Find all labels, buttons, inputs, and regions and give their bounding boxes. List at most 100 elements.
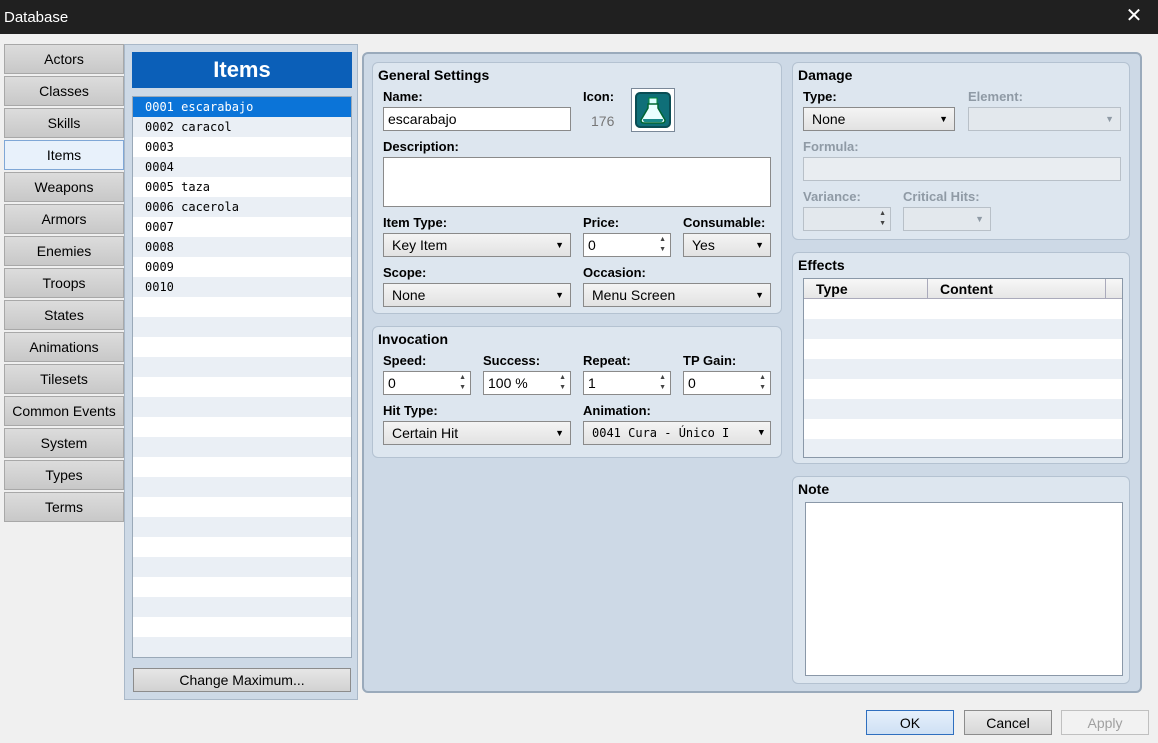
empty-row (133, 417, 351, 437)
spin-arrows-icon[interactable]: ▲ ▼ (559, 373, 566, 393)
chevron-down-icon: ▼ (755, 290, 764, 300)
scope-label: Scope: (383, 265, 427, 280)
damage-type-label: Type: (803, 89, 837, 104)
table-row[interactable] (804, 419, 1122, 439)
success-label: Success: (483, 353, 541, 368)
tp-gain-stepper[interactable]: 0 ▲ ▼ (683, 371, 771, 395)
table-row[interactable] (804, 339, 1122, 359)
list-item[interactable]: 0010 (133, 277, 351, 297)
list-item[interactable]: 0003 (133, 137, 351, 157)
item-type-label: Item Type: (383, 215, 448, 230)
scope-select[interactable]: None ▼ (383, 283, 571, 307)
animation-label: Animation: (583, 403, 651, 418)
icon-label: Icon: (583, 89, 615, 104)
table-row[interactable] (804, 319, 1122, 339)
table-row[interactable] (804, 299, 1122, 319)
speed-stepper[interactable]: 0 ▲ ▼ (383, 371, 471, 395)
critical-hits-select[interactable]: ▼ (903, 207, 991, 231)
hit-type-label: Hit Type: (383, 403, 438, 418)
success-stepper[interactable]: 100 % ▲ ▼ (483, 371, 571, 395)
list-item[interactable]: 0007 (133, 217, 351, 237)
spin-arrows-icon[interactable]: ▲ ▼ (659, 235, 666, 255)
tab-classes[interactable]: Classes (4, 76, 124, 106)
description-label: Description: (383, 139, 459, 154)
effects-table[interactable]: Type Content (803, 278, 1123, 458)
list-item[interactable]: 0004 (133, 157, 351, 177)
empty-row (133, 397, 351, 417)
table-row[interactable] (804, 359, 1122, 379)
tab-types[interactable]: Types (4, 460, 124, 490)
description-field[interactable] (383, 157, 771, 207)
item-type-select[interactable]: Key Item ▼ (383, 233, 571, 257)
tab-items[interactable]: Items (4, 140, 124, 170)
cancel-button[interactable]: Cancel (964, 710, 1052, 735)
ok-button[interactable]: OK (866, 710, 954, 735)
tab-skills[interactable]: Skills (4, 108, 124, 138)
empty-row (133, 617, 351, 637)
damage-title: Damage (798, 67, 853, 83)
name-field[interactable]: escarabajo (383, 107, 571, 131)
formula-label: Formula: (803, 139, 859, 154)
table-row[interactable] (804, 399, 1122, 419)
list-header: Items (132, 52, 352, 88)
note-textarea[interactable] (805, 502, 1123, 676)
price-stepper[interactable]: 0 ▲ ▼ (583, 233, 671, 257)
column-header-content[interactable]: Content (928, 279, 1106, 298)
tab-terms[interactable]: Terms (4, 492, 124, 522)
chevron-down-icon: ▼ (758, 428, 764, 438)
change-maximum-button[interactable]: Change Maximum... (133, 668, 351, 692)
tab-animations[interactable]: Animations (4, 332, 124, 362)
tab-actors[interactable]: Actors (4, 44, 124, 74)
tab-tilesets[interactable]: Tilesets (4, 364, 124, 394)
list-item[interactable]: 0009 (133, 257, 351, 277)
note-group: Note (792, 476, 1130, 684)
list-item[interactable]: 0008 (133, 237, 351, 257)
list-item[interactable]: 0001 escarabajo (133, 97, 351, 117)
empty-row (133, 597, 351, 617)
variance-stepper[interactable]: ▲ ▼ (803, 207, 891, 231)
chevron-down-icon: ▼ (939, 114, 948, 124)
tab-armors[interactable]: Armors (4, 204, 124, 234)
repeat-stepper[interactable]: 1 ▲ ▼ (583, 371, 671, 395)
list-item[interactable]: 0005 taza (133, 177, 351, 197)
occasion-select[interactable]: Menu Screen ▼ (583, 283, 771, 307)
formula-field[interactable] (803, 157, 1121, 181)
empty-row (133, 457, 351, 477)
potion-icon[interactable] (631, 88, 675, 132)
tab-enemies[interactable]: Enemies (4, 236, 124, 266)
chevron-down-icon: ▼ (1105, 114, 1114, 124)
spin-arrows-icon[interactable]: ▲ ▼ (459, 373, 466, 393)
spin-arrows-icon[interactable]: ▲ ▼ (659, 373, 666, 393)
list-item[interactable]: 0002 caracol (133, 117, 351, 137)
close-icon[interactable]: ✕ (1122, 4, 1146, 28)
tab-troops[interactable]: Troops (4, 268, 124, 298)
spin-arrows-icon[interactable]: ▲ ▼ (879, 209, 886, 229)
element-select[interactable]: ▼ (968, 107, 1121, 131)
empty-row (133, 557, 351, 577)
occasion-label: Occasion: (583, 265, 646, 280)
speed-label: Speed: (383, 353, 427, 368)
table-row[interactable] (804, 439, 1122, 457)
tab-system[interactable]: System (4, 428, 124, 458)
hit-type-select[interactable]: Certain Hit ▼ (383, 421, 571, 445)
repeat-label: Repeat: (583, 353, 631, 368)
spin-arrows-icon[interactable]: ▲ ▼ (759, 373, 766, 393)
tab-common-events[interactable]: Common Events (4, 396, 124, 426)
tab-weapons[interactable]: Weapons (4, 172, 124, 202)
price-label: Price: (583, 215, 620, 230)
apply-button[interactable]: Apply (1061, 710, 1149, 735)
invocation-group: Invocation Speed: 0 ▲ ▼ Success: 100 % ▲ ▼ R… (372, 326, 782, 458)
animation-select[interactable]: 0041 Cura - Único I ▼ (583, 421, 771, 445)
general-settings-title: General Settings (378, 67, 490, 83)
damage-type-select[interactable]: None ▼ (803, 107, 955, 131)
tab-states[interactable]: States (4, 300, 124, 330)
list-item[interactable]: 0006 cacerola (133, 197, 351, 217)
empty-row (133, 637, 351, 657)
consumable-select[interactable]: Yes ▼ (683, 233, 771, 257)
table-row[interactable] (804, 379, 1122, 399)
chevron-down-icon: ▼ (555, 240, 564, 250)
item-list[interactable]: 0001 escarabajo 0002 caracol 0003 0004 0… (132, 96, 352, 658)
column-header-type[interactable]: Type (804, 279, 928, 298)
empty-row (133, 357, 351, 377)
empty-row (133, 377, 351, 397)
